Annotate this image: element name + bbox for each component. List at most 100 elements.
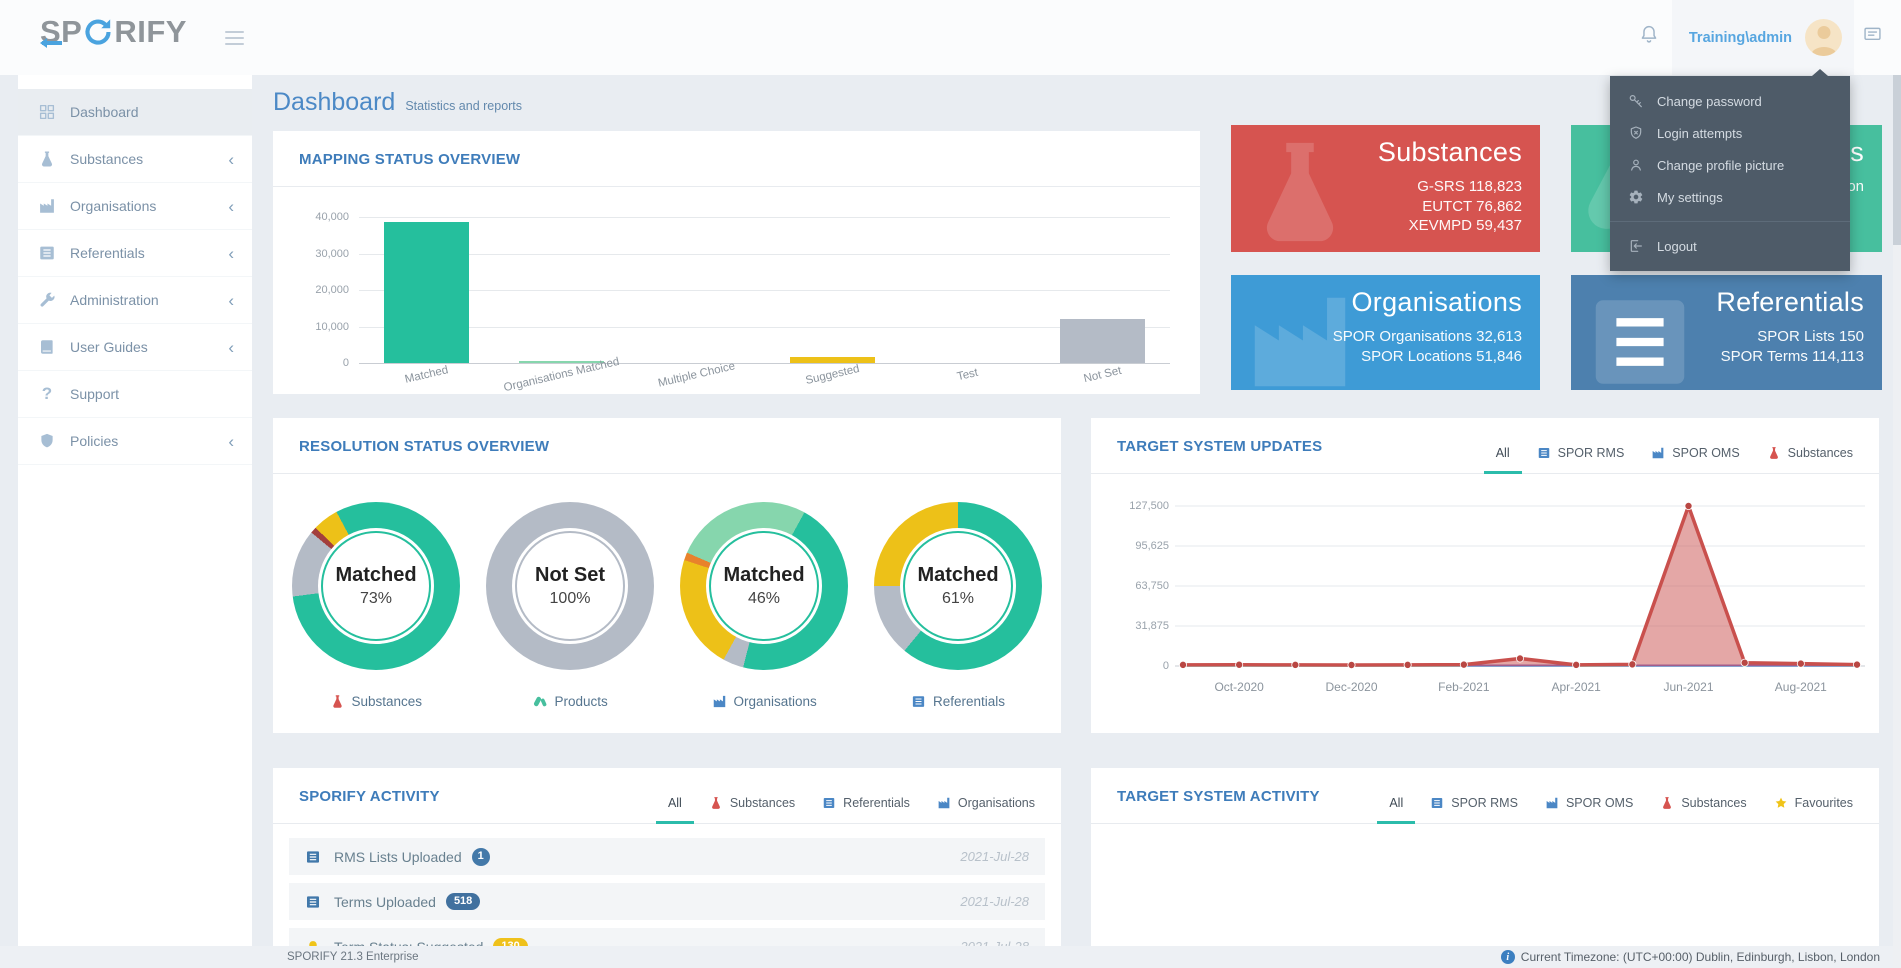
tab-all[interactable]: All (1496, 446, 1510, 460)
tab-favourites[interactable]: Favourites (1774, 796, 1853, 810)
menu-item-change-profile-picture[interactable]: Change profile picture (1610, 149, 1850, 181)
line-ytick-label: 95,625 (1109, 540, 1169, 552)
tab-label: SPOR OMS (1566, 796, 1633, 810)
tab-spor-rms[interactable]: SPOR RMS (1430, 796, 1518, 810)
tab-all[interactable]: All (1389, 796, 1403, 810)
sidebar-item-label: Administration (70, 292, 159, 308)
notifications-bell-icon[interactable] (1638, 23, 1660, 45)
bar-series (359, 217, 1170, 363)
sidebar-item-user-guides[interactable]: User Guides‹ (18, 324, 252, 371)
tab-label: All (668, 796, 682, 810)
sidebar-item-dashboard[interactable]: Dashboard (18, 89, 252, 136)
menu-item-logout[interactable]: Logout (1610, 230, 1850, 262)
sidebar-toggle-icon[interactable] (225, 27, 244, 49)
tab-spor-oms[interactable]: SPOR OMS (1651, 446, 1739, 460)
summary-card-stats: G-SRS 118,823EUTCT 76,862XEVMPD 59,437 (1409, 177, 1522, 236)
donut-center: Not Set 100% (512, 528, 628, 644)
donut-link-products[interactable]: Products (533, 694, 608, 709)
bar-matched[interactable] (384, 222, 469, 363)
username: Training\admin (1689, 30, 1792, 46)
sidebar-item-label: Referentials (70, 245, 145, 261)
menu-item-change-password[interactable]: Change password (1610, 85, 1850, 117)
menu-item-login-attempts[interactable]: Login attempts (1610, 117, 1850, 149)
sidebar-item-label: Dashboard (70, 104, 139, 120)
donut-inner-ring (903, 531, 1013, 641)
avatar[interactable] (1805, 19, 1842, 56)
user-menu-button[interactable]: Training\admin (1672, 0, 1854, 75)
summary-card-substances[interactable]: SubstancesG-SRS 118,823EUTCT 76,862XEVMP… (1231, 125, 1540, 252)
summary-card-stats: SPOR Organisations 32,613SPOR Locations … (1333, 327, 1522, 366)
tab-substances[interactable]: Substances (709, 796, 795, 810)
activity-date: 2021-Jul-28 (960, 894, 1029, 909)
sidebar-item-support[interactable]: ?Support (18, 371, 252, 418)
top-navbar: SP RIFY Training\admin (0, 0, 1901, 75)
bar-not-set[interactable] (1060, 319, 1145, 363)
tab-label: All (1389, 796, 1403, 810)
list-icon (1581, 283, 1699, 390)
donut-link-substances[interactable]: Substances (330, 694, 423, 709)
donut-organisations[interactable]: Matched 46% (680, 502, 848, 670)
chevron-left-icon: ‹ (228, 292, 234, 309)
mapping-bar-chart: 010,00020,00030,00040,000 (359, 217, 1170, 363)
updates-card-header: TARGET SYSTEM UPDATES AllSPOR RMSSPOR OM… (1091, 418, 1879, 474)
vertical-scrollbar[interactable] (1893, 75, 1901, 968)
timezone-info: i Current Timezone: (UTC+00:00) Dublin, … (1501, 950, 1880, 964)
factory-icon (712, 694, 727, 709)
sidebar-item-substances[interactable]: Substances‹ (18, 136, 252, 183)
sidebar-item-policies[interactable]: Policies‹ (18, 418, 252, 465)
activity-label: RMS Lists Uploaded (334, 849, 462, 865)
menu-item-label: Login attempts (1657, 126, 1742, 141)
sidebar-item-organisations[interactable]: Organisations‹ (18, 183, 252, 230)
feedback-chat-icon[interactable] (1862, 24, 1883, 45)
tab-spor-oms[interactable]: SPOR OMS (1545, 796, 1633, 810)
tab-label: SPOR RMS (1451, 796, 1518, 810)
sidebar-item-referentials[interactable]: Referentials‹ (18, 230, 252, 277)
logo-arrow-icon (42, 41, 62, 45)
chevron-left-icon: ‹ (228, 339, 234, 356)
star-icon (1774, 796, 1788, 810)
list-icon (1430, 796, 1444, 810)
list-icon (1537, 446, 1551, 460)
menu-item-label: Change password (1657, 94, 1762, 109)
donut-link-organisations[interactable]: Organisations (712, 694, 817, 709)
sidebar: DashboardSubstances‹Organisations‹Refere… (18, 75, 252, 955)
page-header: Dashboard Statistics and reports (273, 88, 522, 117)
list-icon (305, 894, 321, 910)
flask-watermark-icon (1241, 133, 1359, 251)
tab-label: Favourites (1795, 796, 1853, 810)
resolution-title: RESOLUTION STATUS OVERVIEW (299, 438, 1035, 455)
summary-card-organisations[interactable]: Organisations SPOR Organisations 32,613SP… (1231, 275, 1540, 390)
scrollbar-thumb[interactable] (1893, 75, 1901, 245)
bar-slot (1035, 217, 1170, 363)
activity-row-terms-uploaded[interactable]: Terms Uploaded5182021-Jul-28 (289, 883, 1045, 920)
line-ytick-label: 0 (1109, 660, 1169, 672)
factory-icon (1545, 796, 1559, 810)
summary-card-title: Organisations (1352, 287, 1523, 318)
menu-item-my-settings[interactable]: My settings (1610, 181, 1850, 213)
pills-icon (533, 694, 548, 709)
chevron-left-icon: ‹ (228, 198, 234, 215)
activity-row-rms-lists-uploaded[interactable]: RMS Lists Uploaded12021-Jul-28 (289, 838, 1045, 875)
sidebar-item-administration[interactable]: Administration ‹ (18, 277, 252, 324)
sidebar-item-label: Substances (70, 151, 143, 167)
tab-organisations[interactable]: Organisations (937, 796, 1035, 810)
tab-substances[interactable]: Substances (1767, 446, 1853, 460)
tab-spor-rms[interactable]: SPOR RMS (1537, 446, 1625, 460)
tab-all[interactable]: All (668, 796, 682, 810)
bar-ytick-label: 40,000 (315, 211, 349, 223)
donut-link-referentials[interactable]: Referentials (911, 694, 1005, 709)
sporify-activity-card: SPORIFY ACTIVITY AllSubstancesReferentia… (273, 768, 1061, 968)
tab-referentials[interactable]: Referentials (822, 796, 910, 810)
sidebar-item-label: Policies (70, 433, 118, 449)
activity-date: 2021-Jul-28 (960, 849, 1029, 864)
flask-icon (1767, 446, 1781, 460)
donut-substances[interactable]: Matched 73% (292, 502, 460, 670)
summary-card-referentials[interactable]: ReferentialsSPOR Lists 150SPOR Terms 114… (1571, 275, 1882, 390)
tab-substances[interactable]: Substances (1660, 796, 1746, 810)
donut-referentials[interactable]: Matched 61% (874, 502, 1042, 670)
donut-inner-ring (515, 531, 625, 641)
list-icon (38, 244, 56, 262)
updates-line-chart (1175, 496, 1865, 672)
page-title: Dashboard (273, 88, 395, 117)
donut-products[interactable]: Not Set 100% (486, 502, 654, 670)
